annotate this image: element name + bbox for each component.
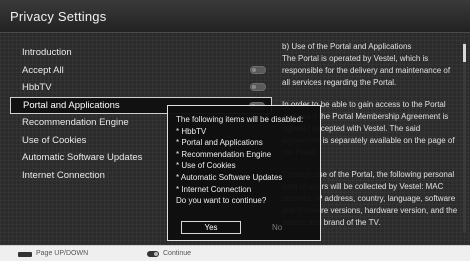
page-key-icon [18, 251, 32, 257]
scrollbar[interactable] [463, 42, 466, 232]
scrollbar-thumb[interactable] [463, 44, 466, 62]
info-paragraph: The Portal is operated by Vestel, which … [282, 54, 451, 87]
dialog-list-item: * Automatic Software Updates [176, 172, 283, 182]
menu-item-label: Internet Connection [22, 169, 105, 181]
dialog-list-item: * Use of Cookies [176, 161, 236, 171]
ok-key-icon [147, 251, 159, 257]
dialog-list-item: * HbbTV [176, 126, 207, 136]
toggle-switch[interactable] [250, 83, 266, 91]
menu-item-label: Introduction [22, 47, 72, 58]
dialog-list-item: * Internet Connection [176, 184, 252, 194]
menu-item-accept-all[interactable]: Accept All [10, 62, 272, 79]
continue-legend-label: Continue [163, 250, 192, 257]
page-legend: Page UP/DOWN [18, 249, 88, 259]
confirm-dialog: The following items will be disabled: * … [167, 105, 321, 241]
info-heading: b) Use of the Portal and Applications [282, 42, 412, 51]
page-legend-label: Page UP/DOWN [36, 250, 89, 257]
yes-button[interactable]: Yes [181, 221, 241, 234]
menu-item-label: HbbTV [22, 82, 52, 93]
menu-item-label: Use of Cookies [22, 134, 87, 146]
menu-item-label: Portal and Applications [23, 99, 120, 111]
toggle-switch[interactable] [250, 65, 266, 74]
page-title: Privacy Settings [10, 9, 107, 24]
title-bar: Privacy Settings [0, 0, 470, 33]
dialog-question: Do you want to continue? [176, 196, 267, 206]
menu-item-label: Automatic Software Updates [22, 152, 143, 163]
menu-item-hbbtv[interactable]: HbbTV [10, 79, 272, 96]
dialog-heading: The following items will be disabled: [176, 115, 304, 124]
menu-item-label: Accept All [22, 64, 64, 76]
dialog-list-item: * Recommendation Engine [176, 149, 272, 159]
dialog-list-item: * Portal and Applications [176, 138, 263, 148]
menu-item-label: Recommendation Engine [22, 117, 129, 128]
menu-item-introduction[interactable]: Introduction [10, 44, 272, 61]
footer-bar: Page UP/DOWN Continue [0, 245, 470, 261]
continue-legend: Continue [147, 249, 191, 259]
no-button[interactable]: No [272, 221, 288, 234]
privacy-settings-screen: Privacy Settings Introduction Accept All… [0, 0, 470, 261]
